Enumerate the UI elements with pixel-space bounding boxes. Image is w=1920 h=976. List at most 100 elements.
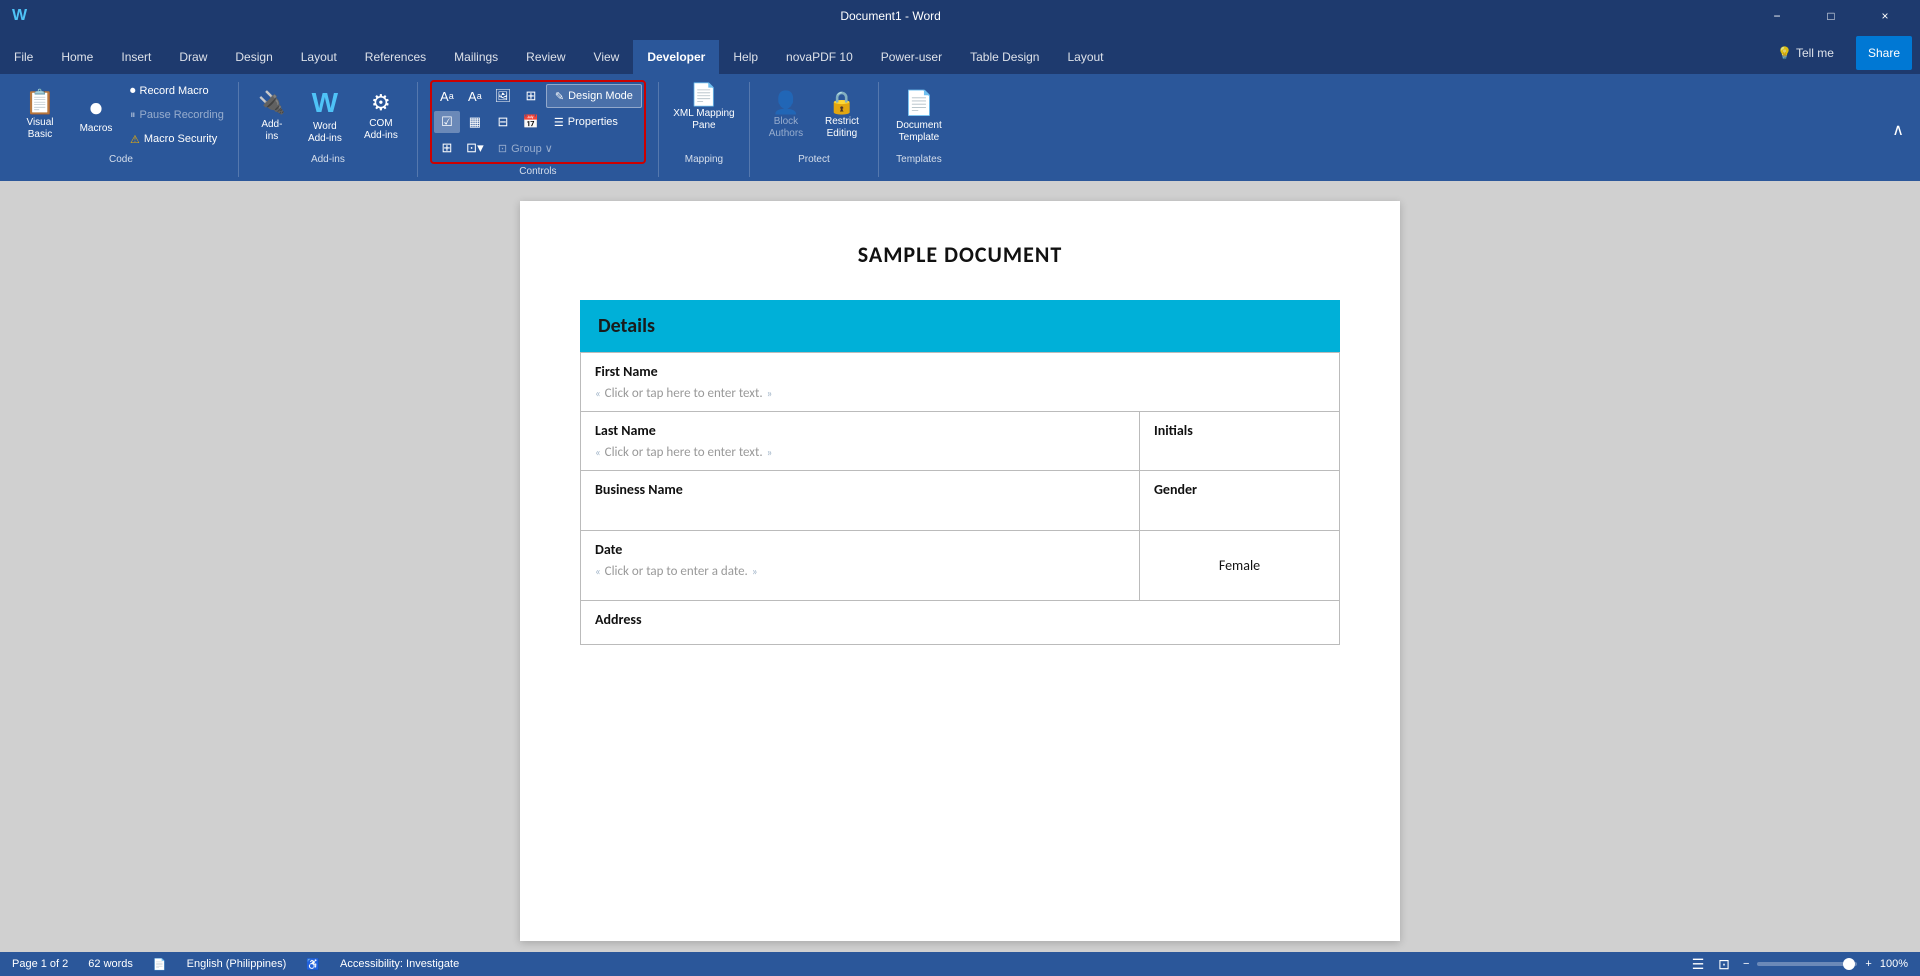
- code-group-label: Code: [109, 154, 133, 167]
- restrict-editing-button[interactable]: 🔒 RestrictEditing: [816, 80, 868, 152]
- zoom-minus-button[interactable]: −: [1743, 958, 1749, 970]
- tab-mailings[interactable]: Mailings: [440, 40, 512, 74]
- separator-1: [238, 82, 239, 177]
- group-icon: ⊡: [498, 142, 507, 155]
- firstname-input[interactable]: « Click or tap here to enter text. »: [595, 386, 1325, 401]
- tab-view[interactable]: View: [580, 40, 634, 74]
- minimize-button[interactable]: −: [1754, 0, 1800, 32]
- xml-mapping-pane-button[interactable]: 📄 XML MappingPane: [669, 80, 739, 152]
- ribbon-group-controls: Aa Aa 🖼 ⊞ ✎ Design Mode ☑ ▦: [422, 78, 654, 181]
- tab-power-user[interactable]: Power-user: [867, 40, 956, 74]
- tab-review[interactable]: Review: [512, 40, 579, 74]
- add-ins-button[interactable]: 🔌 Add-ins: [249, 80, 295, 152]
- tab-home[interactable]: Home: [47, 40, 107, 74]
- code-group-content: 📋 VisualBasic ⏺ Macros ⏺ Record Macro ⏸: [14, 80, 228, 152]
- tab-layout-2[interactable]: Layout: [1053, 40, 1117, 74]
- zoom-thumb: [1843, 958, 1855, 970]
- properties-icon: ☰: [554, 116, 564, 129]
- controls-row-1: Aa Aa 🖼 ⊞ ✎ Design Mode: [434, 84, 642, 108]
- tab-developer[interactable]: Developer: [633, 40, 719, 74]
- design-mode-button[interactable]: ✎ Design Mode: [546, 84, 642, 108]
- page-status: Page 1 of 2: [12, 958, 68, 970]
- design-mode-icon: ✎: [555, 90, 564, 103]
- document-template-button[interactable]: 📄 DocumentTemplate: [889, 80, 949, 152]
- dropdown-tools-btn[interactable]: ⊡▾: [462, 137, 488, 159]
- ribbon: File Home Insert Draw Design Layout Refe…: [0, 32, 1920, 181]
- status-bar: Page 1 of 2 62 words 📄 English (Philippi…: [0, 952, 1920, 976]
- group-button[interactable]: ⊡ Group ∨: [490, 136, 561, 160]
- status-bar-right: ☰ ⊡ − + 100%: [1687, 953, 1908, 975]
- record-icon: ⏺: [130, 85, 136, 98]
- mapping-group-content: 📄 XML MappingPane: [669, 80, 739, 152]
- tab-layout-1[interactable]: Layout: [287, 40, 351, 74]
- title-bar-left: W: [12, 7, 27, 25]
- print-layout-button[interactable]: ☰: [1687, 953, 1709, 975]
- tab-draw[interactable]: Draw: [165, 40, 221, 74]
- tab-insert[interactable]: Insert: [107, 40, 165, 74]
- focus-mode-button[interactable]: ⊡: [1713, 953, 1735, 975]
- separator-4: [749, 82, 750, 177]
- word-logo-icon: W: [12, 7, 27, 25]
- com-add-ins-button[interactable]: ⚙ COMAdd-ins: [355, 80, 407, 152]
- document-table: First Name « Click or tap here to enter …: [580, 352, 1340, 645]
- combo-box-btn[interactable]: ▦: [462, 111, 488, 133]
- checkbox-control-btn[interactable]: ☑: [434, 111, 460, 133]
- zoom-slider[interactable]: [1757, 962, 1857, 966]
- details-header: Details: [580, 300, 1340, 352]
- pause-recording-button[interactable]: ⏸ Pause Recording: [126, 104, 228, 126]
- tell-me-button[interactable]: 💡 Tell me: [1763, 36, 1848, 70]
- properties-button[interactable]: ☰ Properties: [546, 110, 626, 134]
- title-bar-title: Document1 - Word: [27, 9, 1754, 23]
- macro-security-button[interactable]: ⚠ Macro Security: [126, 128, 228, 150]
- date-picker-btn[interactable]: 📅: [518, 111, 544, 133]
- title-bar: W Document1 - Word − □ ×: [0, 0, 1920, 32]
- table-row-firstname: First Name « Click or tap here to enter …: [581, 353, 1340, 412]
- word-add-ins-button[interactable]: W WordAdd-ins: [299, 80, 351, 152]
- visual-basic-button[interactable]: 📋 VisualBasic: [14, 80, 66, 152]
- ribbon-group-mapping: 📄 XML MappingPane Mapping: [663, 78, 745, 169]
- table-row-address: Address: [581, 601, 1340, 645]
- close-button[interactable]: ×: [1862, 0, 1908, 32]
- visual-basic-icon: 📋: [25, 91, 55, 115]
- tab-references[interactable]: References: [351, 40, 440, 74]
- lastname-input[interactable]: « Click or tap here to enter text. »: [595, 445, 1125, 460]
- language-status: English (Philippines): [187, 958, 287, 970]
- document-view-icon: 📄: [153, 958, 167, 971]
- protect-group-content: 👤 BlockAuthors 🔒 RestrictEditing: [760, 80, 868, 152]
- legacy-tools-btn[interactable]: ⊞: [434, 137, 460, 159]
- record-macro-button[interactable]: ⏺ Record Macro: [126, 80, 228, 102]
- table-row-lastname: Last Name « Click or tap here to enter t…: [581, 412, 1340, 471]
- dropdown-btn[interactable]: ⊟: [490, 111, 516, 133]
- accessibility-status: Accessibility: Investigate: [340, 958, 459, 970]
- controls-row-2: ☑ ▦ ⊟ 📅 ☰ Properties: [434, 110, 642, 134]
- address-cell: Address: [581, 601, 1340, 645]
- ribbon-group-protect: 👤 BlockAuthors 🔒 RestrictEditing Protect: [754, 78, 874, 169]
- macros-button[interactable]: ⏺ Macros: [70, 80, 122, 152]
- title-bar-controls: − □ ×: [1754, 0, 1908, 32]
- block-authors-button[interactable]: 👤 BlockAuthors: [760, 80, 812, 152]
- tab-help[interactable]: Help: [719, 40, 772, 74]
- date-input[interactable]: « Click or tap to enter a date. »: [595, 564, 1125, 579]
- document: SAMPLE DOCUMENT Details First Name « Cli…: [520, 201, 1400, 941]
- macros-icon: ⏺: [90, 97, 102, 121]
- building-block-btn[interactable]: ⊞: [518, 85, 544, 107]
- tab-table-design[interactable]: Table Design: [956, 40, 1053, 74]
- female-cell: Female: [1140, 531, 1340, 601]
- block-authors-icon: 👤: [772, 92, 799, 114]
- controls-inner: Aa Aa 🖼 ⊞ ✎ Design Mode ☑ ▦: [434, 84, 642, 160]
- tab-file[interactable]: File: [0, 40, 47, 74]
- accessibility-icon: ♿: [306, 958, 320, 971]
- maximize-button[interactable]: □: [1808, 0, 1854, 32]
- ribbon-collapse-button[interactable]: ∧: [1884, 116, 1912, 144]
- addins-group-content: 🔌 Add-ins W WordAdd-ins ⚙ COMAdd-ins: [249, 80, 407, 152]
- tab-novapdf[interactable]: novaPDF 10: [772, 40, 867, 74]
- business-cell: Business Name: [581, 471, 1140, 531]
- tab-design[interactable]: Design: [221, 40, 286, 74]
- plain-text-control-btn[interactable]: Aa: [462, 85, 488, 107]
- zoom-plus-button[interactable]: +: [1865, 958, 1871, 970]
- share-button[interactable]: Share: [1856, 36, 1912, 70]
- text-content-control-btn[interactable]: Aa: [434, 85, 460, 107]
- picture-control-btn[interactable]: 🖼: [490, 85, 516, 107]
- address-label: Address: [595, 611, 1325, 628]
- xml-icon: 📄: [690, 84, 717, 106]
